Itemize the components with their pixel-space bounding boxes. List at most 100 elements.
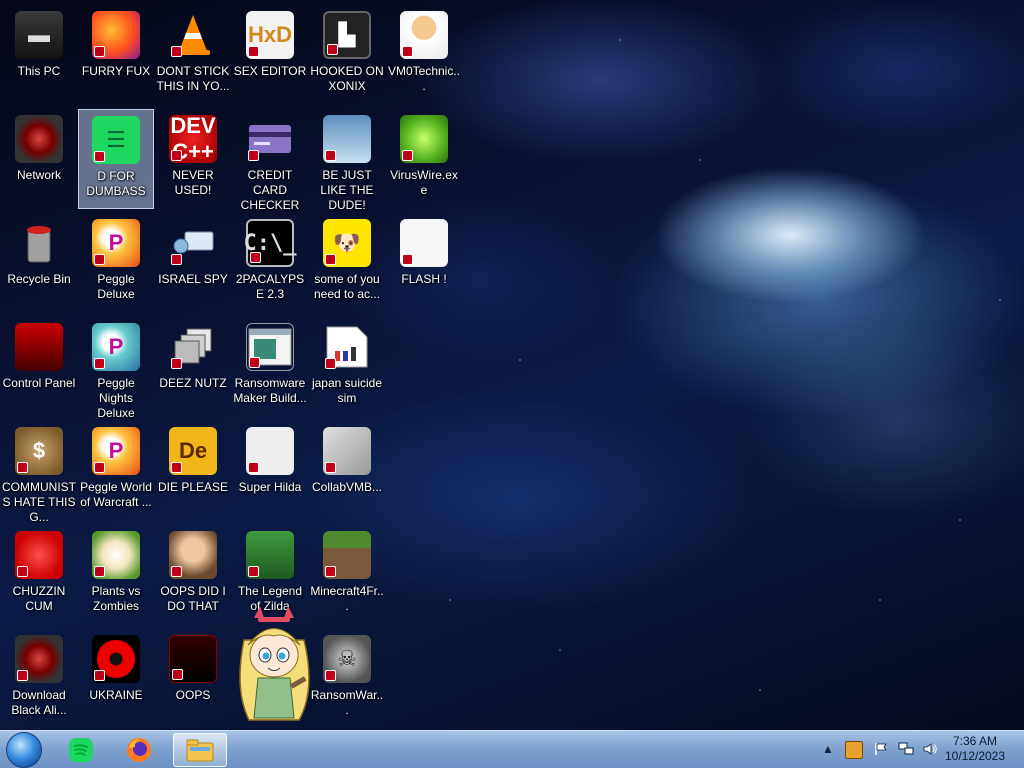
desktop-icon-israel-spy[interactable]: ISRAEL SPY — [155, 213, 231, 313]
chuzzle-icon — [15, 531, 63, 579]
warning-app-icon — [169, 635, 217, 683]
desktop-icon-label: Ransomware Maker Build... — [233, 376, 307, 405]
desktop-icon-label: ISRAEL SPY — [158, 272, 228, 286]
desktop-icon-control-panel[interactable]: Control Panel — [1, 317, 77, 417]
desktop-icon-label: Peggle Deluxe — [97, 272, 135, 301]
desktop-icon-label: Peggle World of Warcraft ... — [80, 480, 152, 509]
document-icon — [323, 323, 371, 371]
star-butterfly-sticker — [239, 606, 310, 721]
shortcut-arrow-icon — [325, 566, 336, 577]
desktop-icon-label: Network — [16, 168, 61, 182]
desktop-icon-label: DEEZ NUTZ — [159, 376, 227, 390]
desktop-icon-chuzzin-cum[interactable]: CHUZZIN CUM — [1, 525, 77, 625]
desktop-icon-label: Download Black Ali... — [11, 688, 67, 717]
radiation-icon — [92, 635, 140, 683]
flash-file-icon — [400, 219, 448, 267]
shortcut-arrow-icon — [17, 462, 28, 473]
stacked-windows-icon — [169, 323, 217, 371]
desktop-icon-oops[interactable]: OOPS — [155, 629, 231, 729]
taskbar-explorer-button[interactable] — [173, 733, 227, 767]
desktop-icon-hooked-on-xonix[interactable]: ▙ HOOKED ON XONIX — [309, 5, 385, 105]
desktop-icon-label: BE JUST LIKE THE DUDE! — [320, 168, 374, 212]
desktop-icon-sex-editor[interactable]: HxD SEX EDITOR — [232, 5, 308, 105]
desktop-icon-ransomware-maker[interactable]: Ransomware Maker Build... — [232, 317, 308, 417]
desktop-icon-label: DIE PLEASE — [157, 480, 229, 494]
desktop-icon-never-used[interactable]: DEV C++ NEVER USED! — [155, 109, 231, 209]
desktop-icon-die-please[interactable]: De DIE PLEASE — [155, 421, 231, 521]
action-center-flag-icon[interactable] — [873, 741, 889, 757]
control-panel-icon — [15, 323, 63, 371]
desktop-icon-plants-vs-zombies[interactable]: Plants vs Zombies — [78, 525, 154, 625]
shortcut-arrow-icon — [250, 252, 261, 263]
desktop-icon-viruswire[interactable]: VirusWire.exe — [386, 109, 462, 209]
clock[interactable]: 7:36 AM 10/12/2023 — [940, 734, 1010, 764]
desktop-icon-peggle-deluxe[interactable]: P Peggle Deluxe — [78, 213, 154, 313]
volume-icon[interactable] — [922, 741, 938, 757]
shortcut-arrow-icon — [325, 670, 336, 681]
taskbar-spotify-button[interactable] — [58, 733, 104, 767]
shortcut-arrow-icon — [17, 670, 28, 681]
desktop-icon-label: DONT STICK THIS IN YO... — [156, 64, 230, 93]
desktop-icon-furry-fux[interactable]: FURRY FUX — [78, 5, 154, 105]
shortcut-arrow-icon — [172, 669, 183, 680]
desktop-icon-deez-nutz[interactable]: DEEZ NUTZ — [155, 317, 231, 417]
shortcut-arrow-icon — [248, 46, 259, 57]
desktop-icon-japan-suicide-sim[interactable]: japan suicide sim — [309, 317, 385, 417]
start-button[interactable] — [6, 732, 42, 768]
desktop-icon-collabvmb[interactable]: CollabVMB... — [309, 421, 385, 521]
hex-editor-icon: HxD — [246, 11, 294, 59]
network-icon — [15, 635, 63, 683]
desktop-icon-flash[interactable]: FLASH ! — [386, 213, 462, 313]
shortcut-arrow-icon — [171, 358, 182, 369]
taskbar-firefox-button[interactable] — [116, 733, 162, 767]
desktop-icon-oops-did-i[interactable]: OOPS DID I DO THAT — [155, 525, 231, 625]
shortcut-arrow-icon — [325, 254, 336, 265]
desktop-icon-peggle-world[interactable]: P Peggle World of Warcraft ... — [78, 421, 154, 521]
desktop-icon-label: CREDIT CARD CHECKER — [240, 168, 300, 212]
network-tray-icon[interactable] — [898, 741, 914, 757]
clock-time: 7:36 AM — [952, 734, 998, 748]
limewire-icon — [400, 115, 448, 163]
desktop-icon-ukraine[interactable]: UKRAINE — [78, 629, 154, 729]
desktop-icon-peggle-nights[interactable]: P Peggle Nights Deluxe — [78, 317, 154, 420]
peggle-icon: P — [92, 427, 140, 475]
desktop-icon-be-just-like-the-dude[interactable]: BE JUST LIKE THE DUDE! — [309, 109, 385, 212]
desktop-icon-communists[interactable]: $ COMMUNISTS HATE THIS G... — [1, 421, 77, 524]
shortcut-arrow-icon — [325, 358, 336, 369]
tray-app-icon[interactable] — [845, 741, 863, 759]
desktop-icon-2pacalypse[interactable]: C:\_ 2PACALYPSE 2.3 — [232, 213, 308, 313]
show-hidden-icons-chevron[interactable]: ▲ — [820, 741, 836, 757]
desktop-icon-label: japan suicide sim — [311, 376, 383, 405]
taskbar: ▲ 7:36 AM 10/12/2023 — [0, 730, 1024, 768]
desktop-icon-dont-stick[interactable]: DONT STICK THIS IN YO... — [155, 5, 231, 105]
pixel-hero-icon — [246, 531, 294, 579]
spotify-icon: ☰ — [92, 116, 140, 164]
desktop-icon-download-black-ali[interactable]: Download Black Ali... — [1, 629, 77, 729]
shortcut-arrow-icon — [171, 150, 182, 161]
vlc-cone-icon — [169, 11, 217, 59]
spotify-icon — [69, 738, 93, 762]
desktop-icon-label: FURRY FUX — [81, 64, 151, 78]
recycle-bin-icon — [15, 219, 63, 267]
desktop-icon-this-pc[interactable]: ▬ This PC — [1, 5, 77, 105]
desktop-icon-label: This PC — [17, 64, 61, 78]
shortcut-arrow-icon — [94, 566, 105, 577]
desktop-icon-label: HOOKED ON XONIX — [310, 64, 384, 93]
desktop-icon-credit-card-checker[interactable]: CREDIT CARD CHECKER — [232, 109, 308, 212]
desktop-icon-label: Super Hilda — [238, 480, 302, 494]
desktop[interactable]: ▬ This PC FURRY FUX DONT STICK THIS IN YO..… — [0, 0, 1024, 730]
computer-icon: ▬ — [15, 11, 63, 59]
skull-icon: ☠ — [323, 635, 371, 683]
desktop-icon-label: SEX EDITOR — [233, 64, 307, 78]
desktop-icon-label: UKRAINE — [89, 688, 143, 702]
desktop-icon-network[interactable]: Network — [1, 109, 77, 209]
desktop-icon-vm0technic[interactable]: VM0Technic... — [386, 5, 462, 105]
de-logo-icon: De — [169, 427, 217, 475]
shortcut-arrow-icon — [327, 44, 338, 55]
desktop-icon-label: CHUZZIN CUM — [12, 584, 66, 613]
desktop-icon-super-hilda[interactable]: Super Hilda — [232, 421, 308, 521]
desktop-icon-recycle-bin[interactable]: Recycle Bin — [1, 213, 77, 313]
shortcut-arrow-icon — [94, 46, 105, 57]
desktop-icon-d-for-dumbass[interactable]: ☰ D FOR DUMBASS — [78, 109, 154, 209]
desktop-icon-some-of-you[interactable]: 🐶 some of you need to ac... — [309, 213, 385, 313]
